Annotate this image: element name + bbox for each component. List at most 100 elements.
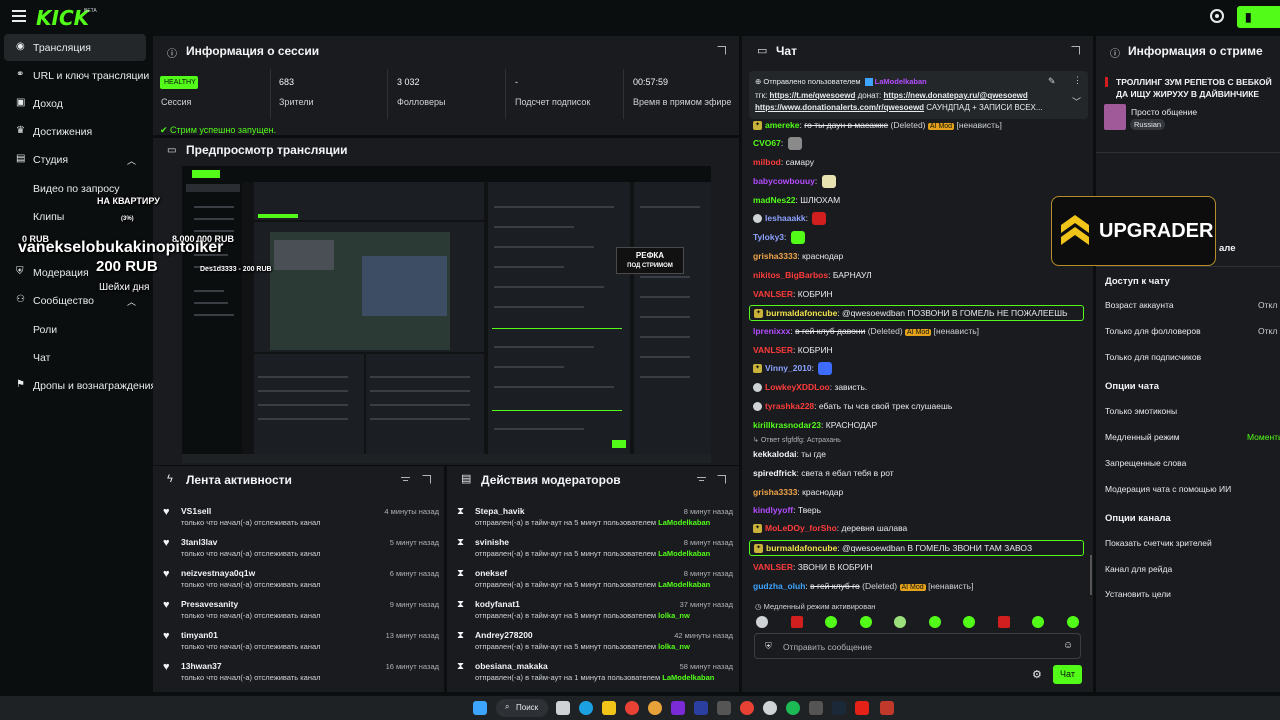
pinned-link[interactable]: https://new.donatepay.ru/@qwesoewd xyxy=(884,91,1028,100)
emote-red[interactable] xyxy=(998,616,1010,628)
chat-username[interactable]: lprenixxx xyxy=(753,326,790,336)
sidebar-item-achievements[interactable]: ♛ Достижения xyxy=(4,118,146,145)
emote-green[interactable] xyxy=(963,616,975,628)
chat-message[interactable]: kekkalodai: ты где xyxy=(753,447,1088,463)
chrome-icon[interactable] xyxy=(625,701,639,715)
chat-message[interactable]: VANLSER: КОБРИН xyxy=(753,343,1088,359)
audition-icon[interactable] xyxy=(694,701,708,715)
moderator-name[interactable]: LaModelkaban xyxy=(662,673,714,682)
spotify-icon[interactable] xyxy=(786,701,800,715)
app-icon[interactable] xyxy=(880,701,894,715)
chat-message[interactable]: leshaaakk: xyxy=(753,211,1088,227)
moderated-user[interactable]: svinishe xyxy=(475,537,509,547)
chat-username[interactable]: MoLeDOy_forSho xyxy=(765,523,837,533)
chat-username[interactable]: VANLSER xyxy=(753,289,793,299)
activity-user[interactable]: neizvestnaya0q1w xyxy=(181,568,255,578)
chat-input[interactable]: ⛨ Отправить сообщение ☺ xyxy=(754,633,1081,659)
chat-username[interactable]: spiredfrick xyxy=(753,468,796,478)
chat-message[interactable]: tyrashka228: ебать ты чсв свой трек слуш… xyxy=(753,399,1088,415)
app-icon[interactable] xyxy=(671,701,685,715)
chat-username[interactable]: leshaaakk xyxy=(765,213,806,223)
pinned-link[interactable]: https://t.me/qwesoewd xyxy=(770,91,856,100)
expand-icon[interactable] xyxy=(717,46,726,55)
list-item[interactable]: ♥ timyan01 только что начал(-а) отслежив… xyxy=(163,628,443,659)
moderator-name[interactable]: lolka_nw xyxy=(658,642,690,651)
chat-message[interactable]: gudzha_oluh: в гей клуб го (Deleted) AI … xyxy=(753,579,1088,595)
chat-message[interactable]: Tyloky3: xyxy=(753,230,1088,246)
list-item[interactable]: ⧗ Stepa_havik отправлен(-а) в тайм-аут н… xyxy=(457,504,737,535)
chat-message[interactable]: ✦ Vinny_2010: xyxy=(753,361,1088,377)
sidebar-item-chat[interactable]: Чат xyxy=(4,346,146,370)
activity-user[interactable]: VS1sell xyxy=(181,506,211,516)
unpin-icon[interactable]: ✎ xyxy=(1048,76,1056,87)
setting-raid-channel[interactable]: Канал для рейда xyxy=(1105,564,1172,574)
chat-message[interactable]: kindlyyoff: Тверь xyxy=(753,503,1088,519)
emote-green[interactable] xyxy=(894,616,906,628)
list-item[interactable]: ⧗ Andrey278200 отправлен(-а) в тайм-аут … xyxy=(457,628,737,659)
expand-icon[interactable] xyxy=(1071,46,1080,55)
chat-message[interactable]: lprenixxx: в гей клуб давони (Deleted) A… xyxy=(753,324,1088,340)
chat-message[interactable]: CVO67: xyxy=(753,136,1088,152)
setting-followers-only[interactable]: Только для фолловеров xyxy=(1105,326,1201,336)
moderated-user[interactable]: Andrey278200 xyxy=(475,630,533,640)
chat-username[interactable]: Tyloky3 xyxy=(753,232,784,242)
youtube-icon[interactable] xyxy=(855,701,869,715)
chat-username[interactable]: kirillkrasnodar23 xyxy=(753,420,821,430)
menu-icon[interactable] xyxy=(12,10,26,22)
chat-message[interactable]: ✦ burmaldafoncube: @qwesoewdban ПОЗВОНИ В… xyxy=(749,305,1084,321)
list-item[interactable]: ⧗ kodyfanat1 отправлен(-а) в тайм-аут на… xyxy=(457,597,737,628)
emote-skull[interactable] xyxy=(756,616,768,628)
activity-user[interactable]: 13hwan37 xyxy=(181,661,222,671)
target-icon[interactable] xyxy=(1210,9,1224,23)
kick-logo[interactable]: KICK xyxy=(36,6,89,30)
go-live-button[interactable]: ▮ xyxy=(1237,6,1280,28)
emote-green[interactable] xyxy=(1032,616,1044,628)
chat-message[interactable]: VANLSER: ЗВОНИ В КОБРИН xyxy=(753,560,1088,576)
setting-account-age[interactable]: Возраст аккаунта xyxy=(1105,300,1174,310)
chat-username[interactable]: kindlyyoff xyxy=(753,505,793,515)
moderator-name[interactable]: LaModelkaban xyxy=(658,518,710,527)
sidebar-item-drops[interactable]: ⚑ Дропы и вознаграждения xyxy=(4,372,156,399)
chat-username[interactable]: gudzha_oluh xyxy=(753,581,805,591)
chat-message[interactable]: babycowbouuy: xyxy=(753,174,1088,190)
moderator-name[interactable]: LaModelkaban xyxy=(658,549,710,558)
stream-preview[interactable] xyxy=(182,166,711,463)
chat-username[interactable]: burmaldafoncube xyxy=(766,308,837,318)
emote-green[interactable] xyxy=(929,616,941,628)
expand-icon[interactable] xyxy=(717,475,726,484)
chat-send-button[interactable]: Чат xyxy=(1053,665,1082,684)
app-icon[interactable] xyxy=(648,701,662,715)
filter-icon[interactable] xyxy=(697,477,706,484)
steam-icon[interactable] xyxy=(832,701,846,715)
setting-goals[interactable]: Установить цели xyxy=(1105,589,1171,599)
sidebar-item-studio[interactable]: ▤ Студия ︿ xyxy=(4,146,146,173)
chat-message[interactable]: spiredfrick: света я ебал тебя в рот xyxy=(753,466,1088,482)
sidebar-item-stream-key[interactable]: ⚭ URL и ключ трансляции xyxy=(4,62,149,89)
chat-username[interactable]: Vinny_2010 xyxy=(765,363,812,373)
list-item[interactable]: ⧗ svinishe отправлен(-а) в тайм-аут на 5… xyxy=(457,535,737,566)
chat-username[interactable]: babycowbouuy xyxy=(753,176,815,186)
chat-username[interactable]: kekkalodai xyxy=(753,449,796,459)
chat-username[interactable]: grisha3333 xyxy=(753,487,797,497)
setting-viewer-count[interactable]: Показать счетчик зрителей xyxy=(1105,538,1212,548)
pinned-user[interactable]: LaModelkaban xyxy=(875,77,927,86)
moderator-name[interactable]: lolka_nw xyxy=(658,611,690,620)
app-icon[interactable] xyxy=(740,701,754,715)
chat-username[interactable]: milbod xyxy=(753,157,781,167)
setting-banned-words[interactable]: Запрещенные слова xyxy=(1105,458,1186,468)
moderated-user[interactable]: Stepa_havik xyxy=(475,506,525,516)
activity-user[interactable]: 3tanl3lav xyxy=(181,537,217,547)
chat-username[interactable]: amereke xyxy=(765,120,800,130)
chat-message[interactable]: grisha3333: краснодар xyxy=(753,249,1088,265)
list-item[interactable]: ♥ neizvestnaya0q1w только что начал(-а) … xyxy=(163,566,443,597)
moderated-user[interactable]: kodyfanat1 xyxy=(475,599,520,609)
pinned-message[interactable]: ⊕ Отправлено пользователем LaModelkaban … xyxy=(749,71,1088,119)
moderated-user[interactable]: oneksef xyxy=(475,568,507,578)
obs-icon[interactable] xyxy=(763,701,777,715)
setting-slow-mode[interactable]: Медленный режим xyxy=(1105,432,1180,442)
app-icon[interactable] xyxy=(809,701,823,715)
chat-username[interactable]: VANLSER xyxy=(753,345,793,355)
list-item[interactable]: ♥ VS1sell только что начал(-а) отслежива… xyxy=(163,504,443,535)
moderated-user[interactable]: obesiana_makaka xyxy=(475,661,548,671)
activity-user[interactable]: timyan01 xyxy=(181,630,218,640)
